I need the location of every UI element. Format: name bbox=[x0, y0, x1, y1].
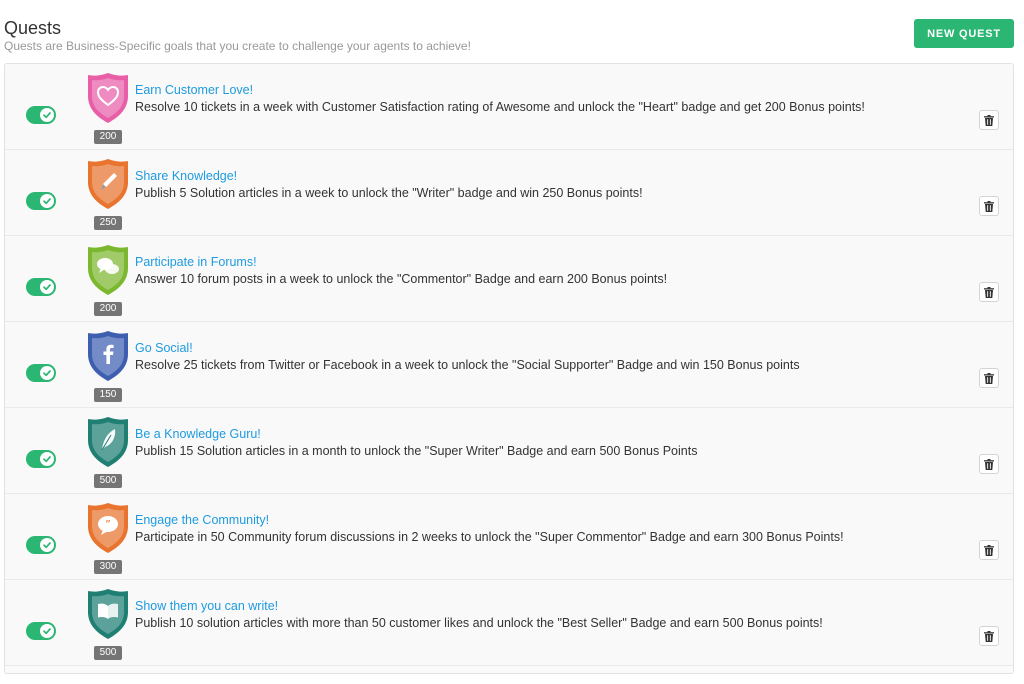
toggle-knob bbox=[40, 624, 54, 638]
quest-enabled-toggle[interactable] bbox=[26, 364, 56, 382]
trash-icon bbox=[984, 372, 994, 384]
badge-shield-icon bbox=[88, 417, 128, 467]
quest-points-tag: 200 bbox=[94, 130, 122, 144]
quest-description: Answer 10 forum posts in a week to unloc… bbox=[135, 272, 668, 286]
check-icon bbox=[43, 284, 51, 291]
quest-badge: 250 bbox=[85, 158, 131, 230]
quest-badge: 500 bbox=[85, 588, 131, 660]
quest-description: Publish 15 Solution articles in a month … bbox=[135, 444, 698, 458]
quest-text: Participate in Forums! Answer 10 forum p… bbox=[135, 255, 955, 288]
delete-quest-button[interactable] bbox=[979, 368, 999, 388]
toggle-knob bbox=[40, 108, 54, 122]
quest-badge: 150 bbox=[85, 330, 131, 402]
quest-text: Go Social! Resolve 25 tickets from Twitt… bbox=[135, 341, 955, 374]
quest-row-3: 200 Participate in Forums! Answer 10 for… bbox=[5, 236, 1013, 322]
check-icon bbox=[43, 542, 51, 549]
quest-row-4: 150 Go Social! Resolve 25 tickets from T… bbox=[5, 322, 1013, 408]
quest-badge: ” 300 bbox=[85, 502, 131, 574]
quest-points-tag: 500 bbox=[94, 646, 122, 660]
quest-text: Be a Knowledge Guru! Publish 15 Solution… bbox=[135, 427, 955, 460]
quest-description: Publish 10 solution articles with more t… bbox=[135, 616, 823, 630]
toggle-knob bbox=[40, 538, 54, 552]
check-icon bbox=[43, 112, 51, 119]
quest-text: Earn Customer Love! Resolve 10 tickets i… bbox=[135, 83, 955, 116]
page-subtitle: Quests are Business-Specific goals that … bbox=[4, 39, 471, 53]
badge-shield-icon bbox=[88, 589, 128, 639]
toggle-knob bbox=[40, 366, 54, 380]
badge-shield-icon bbox=[88, 73, 128, 123]
toggle-knob bbox=[40, 194, 54, 208]
check-icon bbox=[43, 456, 51, 463]
badge-shield-icon: ” bbox=[88, 503, 128, 553]
quest-enabled-toggle[interactable] bbox=[26, 106, 56, 124]
badge-shield-icon bbox=[88, 245, 128, 295]
delete-quest-button[interactable] bbox=[979, 110, 999, 130]
quest-row-5: 500 Be a Knowledge Guru! Publish 15 Solu… bbox=[5, 408, 1013, 494]
new-quest-button[interactable]: NEW QUEST bbox=[914, 19, 1014, 48]
quest-title-link[interactable]: Engage the Community! bbox=[135, 513, 955, 528]
check-icon bbox=[43, 198, 51, 205]
delete-quest-button[interactable] bbox=[979, 282, 999, 302]
quest-description: Resolve 10 tickets in a week with Custom… bbox=[135, 100, 865, 114]
check-icon bbox=[43, 370, 51, 377]
quest-enabled-toggle[interactable] bbox=[26, 450, 56, 468]
quest-description: Participate in 50 Community forum discus… bbox=[135, 530, 844, 544]
quest-title-link[interactable]: Show them you can write! bbox=[135, 599, 955, 614]
page-title: Quests bbox=[4, 18, 62, 38]
quest-title-link[interactable]: Go Social! bbox=[135, 341, 955, 356]
quest-row-1: 200 Earn Customer Love! Resolve 10 ticke… bbox=[5, 64, 1013, 150]
quest-row-2: 250 Share Knowledge! Publish 5 Solution … bbox=[5, 150, 1013, 236]
quest-text: Engage the Community! Participate in 50 … bbox=[135, 513, 955, 546]
delete-quest-button[interactable] bbox=[979, 196, 999, 216]
toggle-knob bbox=[40, 452, 54, 466]
quest-badge: 500 bbox=[85, 416, 131, 488]
quest-text: Share Knowledge! Publish 5 Solution arti… bbox=[135, 169, 955, 202]
page-header: Quests Quests are Business-Specific goal… bbox=[4, 18, 1014, 58]
trash-icon bbox=[984, 114, 994, 126]
quest-title-link[interactable]: Be a Knowledge Guru! bbox=[135, 427, 955, 442]
quest-points-tag: 150 bbox=[94, 388, 122, 402]
quest-points-tag: 500 bbox=[94, 474, 122, 488]
quest-badge: 200 bbox=[85, 72, 131, 144]
quest-row-6: ” 300 Engage the Community! Participate … bbox=[5, 494, 1013, 580]
trash-icon bbox=[984, 200, 994, 212]
quest-enabled-toggle[interactable] bbox=[26, 536, 56, 554]
svg-text:”: ” bbox=[105, 518, 111, 531]
quest-title-link[interactable]: Participate in Forums! bbox=[135, 255, 955, 270]
trash-icon bbox=[984, 544, 994, 556]
quest-badge: 200 bbox=[85, 244, 131, 316]
delete-quest-button[interactable] bbox=[979, 454, 999, 474]
trash-icon bbox=[984, 458, 994, 470]
delete-quest-button[interactable] bbox=[979, 540, 999, 560]
toggle-knob bbox=[40, 280, 54, 294]
quest-enabled-toggle[interactable] bbox=[26, 192, 56, 210]
quest-text: Show them you can write! Publish 10 solu… bbox=[135, 599, 955, 632]
quest-enabled-toggle[interactable] bbox=[26, 622, 56, 640]
quest-description: Publish 5 Solution articles in a week to… bbox=[135, 186, 643, 200]
check-icon bbox=[43, 628, 51, 635]
quest-enabled-toggle[interactable] bbox=[26, 278, 56, 296]
trash-icon bbox=[984, 630, 994, 642]
quest-points-tag: 200 bbox=[94, 302, 122, 316]
quest-points-tag: 300 bbox=[94, 560, 122, 574]
quest-title-link[interactable]: Earn Customer Love! bbox=[135, 83, 955, 98]
quest-points-tag: 250 bbox=[94, 216, 122, 230]
quest-title-link[interactable]: Share Knowledge! bbox=[135, 169, 955, 184]
trash-icon bbox=[984, 286, 994, 298]
badge-shield-icon bbox=[88, 159, 128, 209]
badge-shield-icon bbox=[88, 331, 128, 381]
quest-row-7: 500 Show them you can write! Publish 10 … bbox=[5, 580, 1013, 666]
delete-quest-button[interactable] bbox=[979, 626, 999, 646]
quest-list: 200 Earn Customer Love! Resolve 10 ticke… bbox=[4, 63, 1014, 674]
quest-description: Resolve 25 tickets from Twitter or Faceb… bbox=[135, 358, 800, 372]
